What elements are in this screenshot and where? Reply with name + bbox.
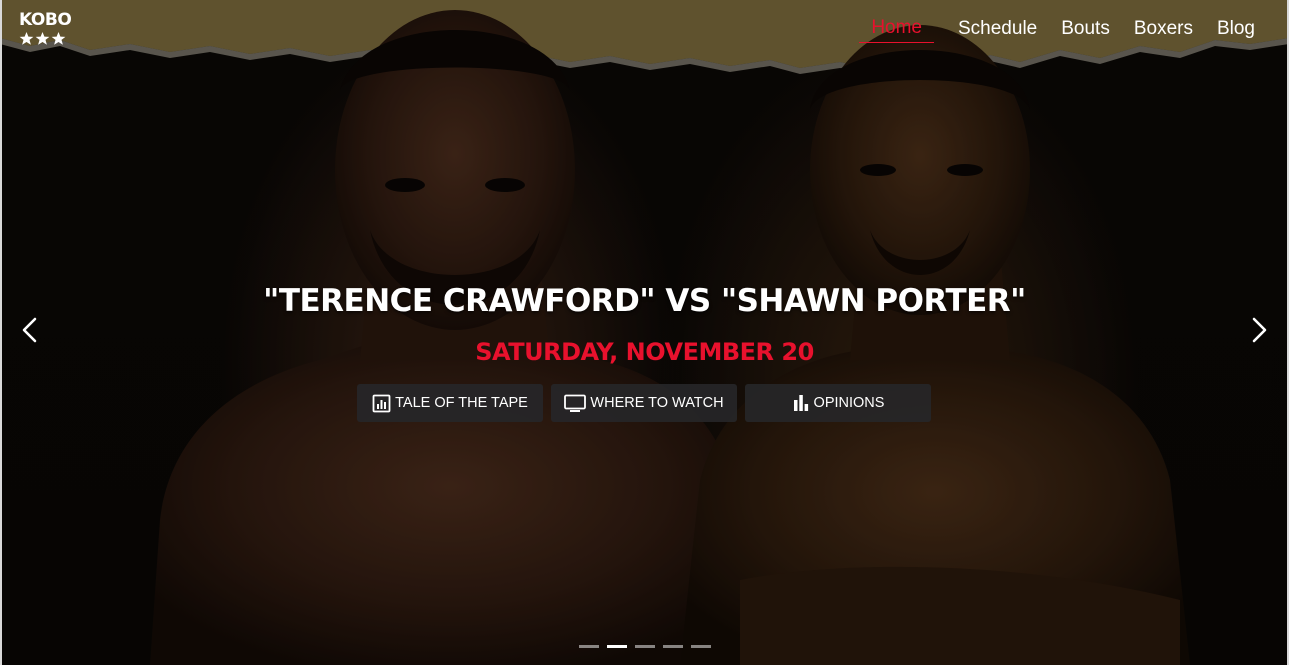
carousel-indicator[interactable] xyxy=(579,645,599,648)
opinions-button[interactable]: OPINIONS xyxy=(745,384,931,422)
fight-date: SATURDAY, NOVEMBER 20 xyxy=(475,338,814,366)
nav-item-schedule[interactable]: Schedule xyxy=(958,18,1037,43)
star-icon xyxy=(51,31,66,45)
site-logo[interactable]: KOBO xyxy=(19,10,72,51)
star-icon xyxy=(19,31,34,45)
bar-chart-icon xyxy=(792,394,810,412)
frame-border-left xyxy=(0,0,2,665)
where-to-watch-label: WHERE TO WATCH xyxy=(590,395,724,411)
nav-item-boxers[interactable]: Boxers xyxy=(1134,18,1193,43)
opinions-label: OPINIONS xyxy=(813,395,885,411)
chart-box-icon xyxy=(372,394,391,413)
carousel-indicators xyxy=(579,645,711,648)
carousel-indicator[interactable] xyxy=(635,645,655,648)
carousel-indicator[interactable] xyxy=(691,645,711,648)
nav-item-bouts[interactable]: Bouts xyxy=(1061,18,1110,43)
action-buttons: TALE OF THE TAPE WHERE TO WATCH OPINIONS xyxy=(357,384,931,422)
carousel-indicator[interactable] xyxy=(663,645,683,648)
hero-carousel: KOBO Home Schedule Bouts Boxers Blog "TE… xyxy=(0,0,1289,665)
matchup-title: "TERENCE CRAWFORD" VS "SHAWN PORTER" xyxy=(263,283,1026,319)
tale-of-the-tape-label: TALE OF THE TAPE xyxy=(395,395,528,411)
nav-item-home[interactable]: Home xyxy=(859,17,934,43)
nav-item-blog[interactable]: Blog xyxy=(1217,18,1255,43)
star-icon xyxy=(35,31,50,45)
main-nav: Home Schedule Bouts Boxers Blog xyxy=(835,17,1255,43)
tale-of-the-tape-button[interactable]: TALE OF THE TAPE xyxy=(357,384,543,422)
carousel-indicator-active[interactable] xyxy=(607,645,627,648)
logo-stars xyxy=(19,31,69,46)
monitor-icon xyxy=(564,394,587,413)
where-to-watch-button[interactable]: WHERE TO WATCH xyxy=(551,384,737,422)
logo-text: KOBO xyxy=(19,10,72,30)
image-dim-overlay xyxy=(0,0,1289,665)
